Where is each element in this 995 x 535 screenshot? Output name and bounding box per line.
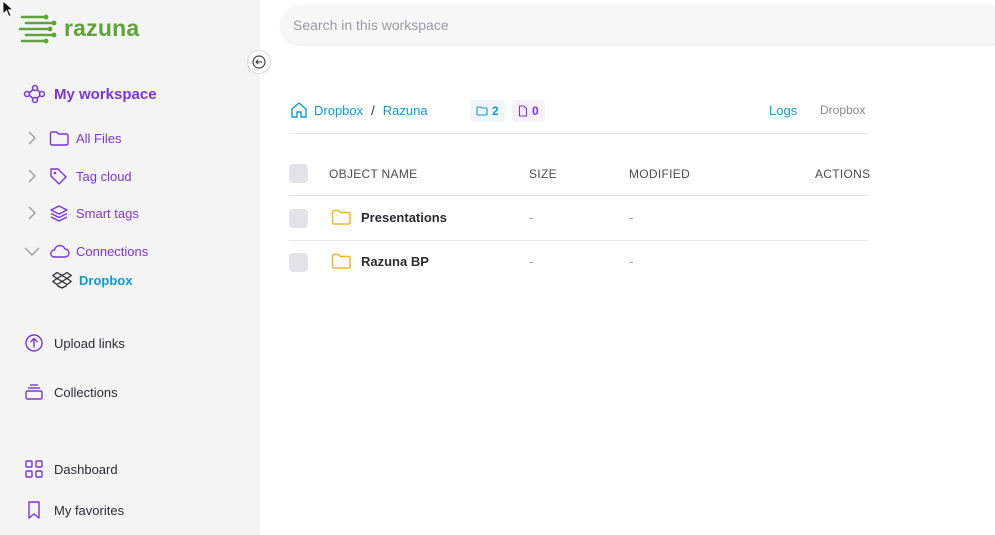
divider [289, 195, 868, 196]
sidebar-item-label: Upload links [54, 335, 125, 351]
row-checkbox[interactable] [289, 209, 308, 228]
file-icon [518, 105, 528, 117]
sidebar-item-all-files[interactable]: All Files [24, 126, 122, 150]
folder-count-badge: 2 [470, 100, 505, 122]
razuna-logo[interactable]: razuna [18, 12, 139, 44]
search-bar[interactable] [281, 5, 995, 44]
grid-icon [25, 460, 43, 478]
row-checkbox[interactable] [289, 253, 308, 272]
dropbox-icon [52, 271, 72, 289]
sidebar-item-tag-cloud[interactable]: Tag cloud [24, 164, 132, 188]
chevron-right-icon[interactable] [24, 205, 40, 221]
divider [289, 240, 868, 241]
row-modified: - [629, 210, 634, 225]
upload-icon [25, 334, 43, 352]
source-label: Dropbox [820, 103, 866, 117]
sidebar-item-label: Collections [54, 384, 118, 400]
breadcrumb-item-dropbox[interactable]: Dropbox [314, 103, 363, 118]
folder-icon [331, 253, 351, 269]
sidebar: razuna My workspace All Files Tag cloud … [0, 0, 260, 535]
column-header-name[interactable]: OBJECT NAME [329, 167, 417, 181]
chevron-right-icon[interactable] [24, 130, 40, 146]
breadcrumb: Dropbox / Razuna [290, 101, 428, 119]
row-size: - [529, 210, 534, 225]
folder-count: 2 [492, 104, 499, 118]
sidebar-item-label: Tag cloud [76, 168, 132, 184]
row-size: - [529, 254, 534, 269]
razuna-logo-icon [18, 14, 57, 44]
folder-icon [48, 128, 70, 148]
chevron-down-icon[interactable] [24, 243, 40, 259]
sidebar-item-label: Smart tags [76, 205, 139, 221]
folder-icon [476, 106, 488, 116]
column-header-size[interactable]: SIZE [529, 167, 557, 181]
home-icon[interactable] [290, 101, 308, 119]
sidebar-item-dashboard[interactable]: Dashboard [24, 459, 118, 479]
search-input[interactable] [293, 16, 995, 33]
collections-icon [25, 384, 43, 400]
sidebar-item-dropbox[interactable]: Dropbox [52, 271, 132, 289]
sidebar-item-smart-tags[interactable]: Smart tags [24, 201, 139, 225]
breadcrumb-separator: / [371, 102, 375, 118]
bookmark-icon [28, 501, 40, 519]
cloud-icon [48, 241, 70, 261]
sidebar-item-label: All Files [76, 130, 122, 146]
row-name[interactable]: Presentations [361, 210, 447, 225]
file-count-badge: 0 [512, 100, 545, 122]
select-all-checkbox[interactable] [289, 164, 308, 183]
tag-icon [48, 166, 70, 186]
column-header-actions: ACTIONS [815, 167, 871, 181]
divider [289, 133, 868, 134]
logs-link[interactable]: Logs [769, 103, 797, 118]
collapse-sidebar-button[interactable] [247, 50, 271, 74]
row-name[interactable]: Razuna BP [361, 254, 429, 269]
arrow-left-circle-icon [252, 55, 266, 69]
brand-name: razuna [64, 14, 140, 41]
sidebar-item-connections[interactable]: Connections [24, 239, 148, 263]
sidebar-item-label: Dashboard [54, 461, 118, 477]
mouse-cursor-icon [2, 0, 14, 17]
nav-my-workspace[interactable]: My workspace [23, 84, 157, 104]
sidebar-item-collections[interactable]: Collections [24, 382, 118, 402]
sidebar-item-upload-links[interactable]: Upload links [24, 333, 125, 353]
sidebar-item-label: Dropbox [79, 272, 133, 288]
table-row[interactable]: Razuna BP [331, 253, 429, 269]
workspace-label: My workspace [54, 85, 157, 103]
chevron-right-icon[interactable] [24, 168, 40, 184]
sidebar-item-label: Connections [76, 243, 149, 259]
breadcrumb-item-razuna[interactable]: Razuna [383, 103, 428, 118]
column-header-modified[interactable]: MODIFIED [629, 167, 690, 181]
network-icon [23, 84, 45, 104]
sidebar-item-label: My favorites [54, 502, 125, 518]
layers-icon [48, 203, 70, 223]
folder-icon [331, 209, 351, 225]
row-modified: - [629, 254, 634, 269]
sidebar-item-my-favorites[interactable]: My favorites [24, 500, 124, 520]
file-count: 0 [532, 104, 539, 118]
table-row[interactable]: Presentations [331, 209, 447, 225]
